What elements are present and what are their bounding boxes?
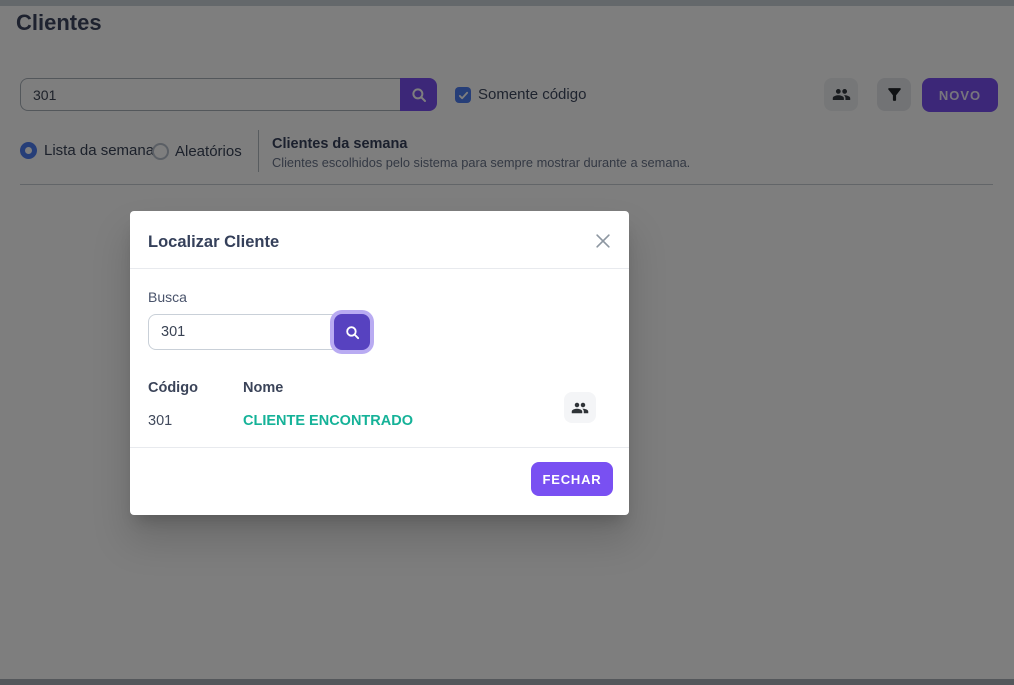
result-row-nome: CLIENTE ENCONTRADO bbox=[243, 413, 413, 429]
result-row-codigo: 301 bbox=[148, 413, 172, 429]
modal-header-divider bbox=[130, 268, 629, 269]
modal-close-button[interactable] bbox=[593, 230, 615, 252]
column-header-codigo: Código bbox=[148, 380, 198, 396]
close-icon bbox=[593, 231, 615, 251]
column-header-nome: Nome bbox=[243, 380, 283, 396]
modal-search-input[interactable] bbox=[148, 314, 334, 350]
search-icon bbox=[344, 324, 361, 341]
busca-label: Busca bbox=[148, 289, 187, 305]
localizar-cliente-modal: Localizar Cliente Busca Código Nome 301 … bbox=[130, 211, 629, 515]
fechar-button[interactable]: FECHAR bbox=[531, 462, 613, 496]
group-icon bbox=[571, 399, 589, 417]
modal-footer-divider bbox=[130, 447, 629, 448]
modal-title: Localizar Cliente bbox=[148, 233, 279, 252]
modal-search-button[interactable] bbox=[334, 314, 370, 350]
select-client-button[interactable] bbox=[564, 392, 596, 423]
